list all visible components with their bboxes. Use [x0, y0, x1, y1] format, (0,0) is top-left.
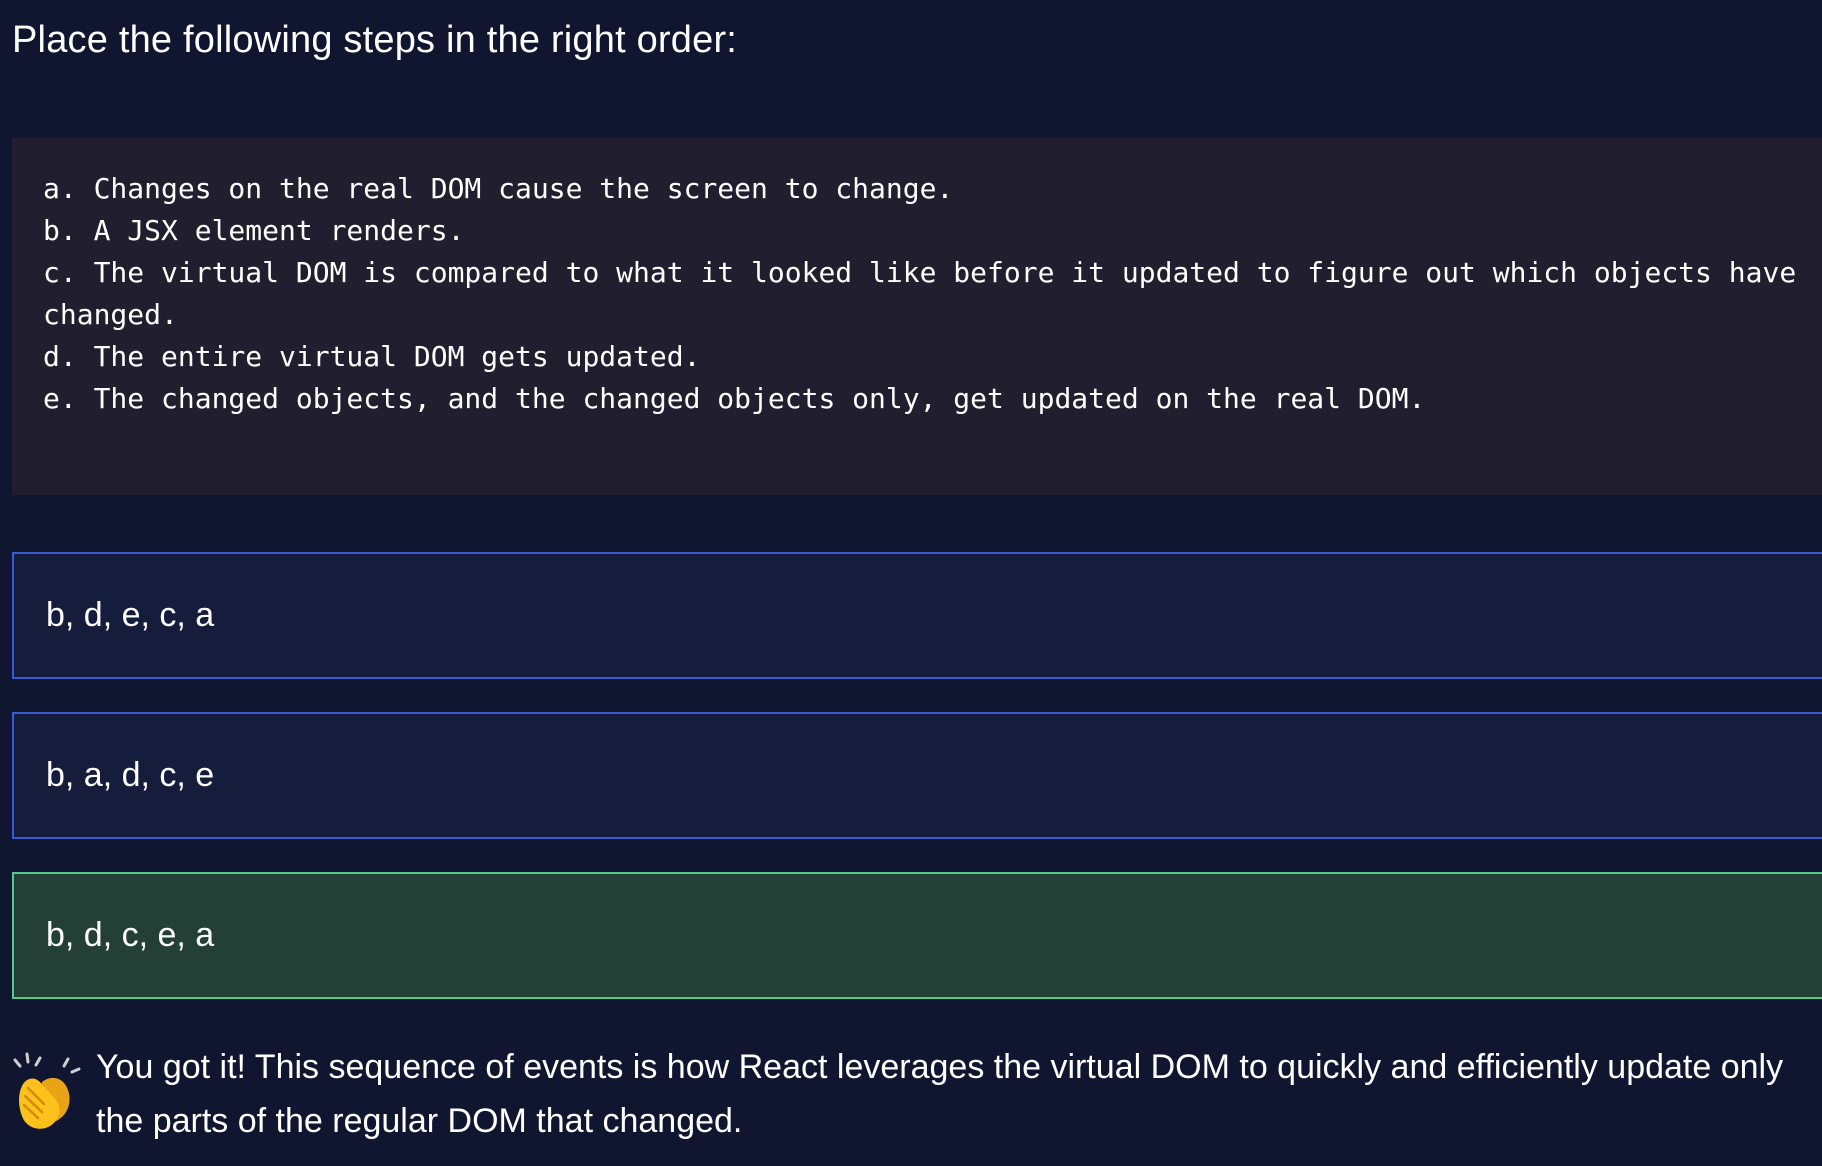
question-title: Place the following steps in the right o…	[12, 19, 738, 61]
step-e-line: e. The changed objects, and the changed …	[43, 382, 1426, 415]
answer-option-label: b, a, d, c, e	[46, 756, 215, 794]
answer-option-3-correct[interactable]: b, d, c, e, a	[12, 872, 1822, 999]
answer-option-1[interactable]: b, d, e, c, a	[12, 552, 1822, 679]
step-b-line: b. A JSX element renders.	[43, 214, 465, 247]
feedback-message: You got it! This sequence of events is h…	[12, 1040, 1802, 1148]
step-a-line: a. Changes on the real DOM cause the scr…	[43, 172, 954, 205]
step-d-line: d. The entire virtual DOM gets updated.	[43, 340, 701, 373]
clapping-hands-icon	[12, 1052, 82, 1132]
feedback-text: You got it! This sequence of events is h…	[96, 1048, 1784, 1140]
step-c-line: c. The virtual DOM is compared to what i…	[43, 256, 1797, 289]
step-c-line-continued: changed.	[43, 298, 178, 331]
answer-option-2[interactable]: b, a, d, c, e	[12, 712, 1822, 839]
answer-option-label: b, d, c, e, a	[46, 916, 215, 954]
steps-code-block: a. Changes on the real DOM cause the scr…	[12, 138, 1822, 495]
answer-option-label: b, d, e, c, a	[46, 596, 215, 634]
